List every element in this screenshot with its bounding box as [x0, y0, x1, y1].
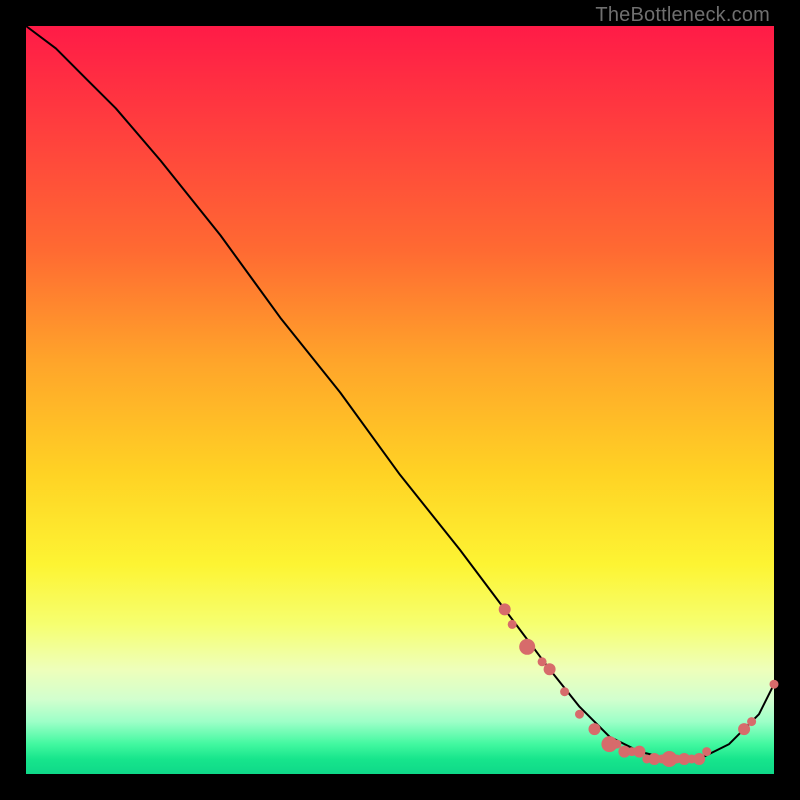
chart-stage: TheBottleneck.com	[0, 0, 800, 800]
watermark-text: TheBottleneck.com	[595, 4, 770, 27]
marker-dot	[560, 687, 569, 696]
marker-dot	[508, 620, 517, 629]
marker-dot	[575, 710, 584, 719]
marker-dot	[693, 753, 705, 765]
marker-dot	[633, 746, 645, 758]
plot-area	[26, 26, 774, 774]
marker-dot	[702, 747, 711, 756]
curve-line	[26, 26, 774, 759]
marker-dots	[499, 603, 779, 767]
chart-svg	[26, 26, 774, 774]
marker-dot	[499, 603, 511, 615]
marker-dot	[770, 680, 779, 689]
marker-dot	[747, 717, 756, 726]
marker-dot	[589, 723, 601, 735]
marker-dot	[544, 663, 556, 675]
marker-dot	[738, 723, 750, 735]
marker-dot	[519, 639, 535, 655]
marker-dot	[612, 740, 621, 749]
marker-dot	[538, 657, 547, 666]
